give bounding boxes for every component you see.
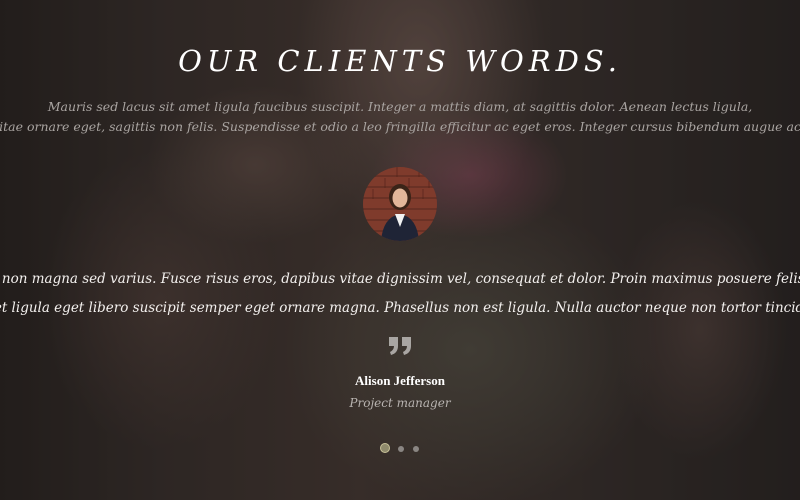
testimonials-section: OUR CLIENTS WORDS. Mauris sed lacus sit … [0,0,800,500]
carousel-dot-2[interactable] [398,446,404,452]
intro-text-line-2: ttis vitae ornare eget, sagittis non fel… [0,119,800,134]
carousel-dot-1[interactable] [381,444,389,452]
testimonial-text-line-1: ibus non magna sed varius. Fusce risus e… [0,271,800,287]
section-heading: OUR CLIENTS WORDS. [178,44,622,78]
person-photo-icon [363,167,437,241]
carousel-dot-3[interactable] [413,446,419,452]
carousel-pagination [0,444,800,452]
client-avatar [363,167,437,241]
testimonials-content: OUR CLIENTS WORDS. Mauris sed lacus sit … [0,0,800,500]
intro-text-line-1: Mauris sed lacus sit amet ligula faucibu… [47,99,753,114]
client-role: Project manager [349,396,451,410]
testimonial-text-line-2: amet ligula eget libero suscipit semper … [0,300,800,316]
client-name: Alison Jefferson [355,373,445,388]
quote-icon [389,337,411,355]
